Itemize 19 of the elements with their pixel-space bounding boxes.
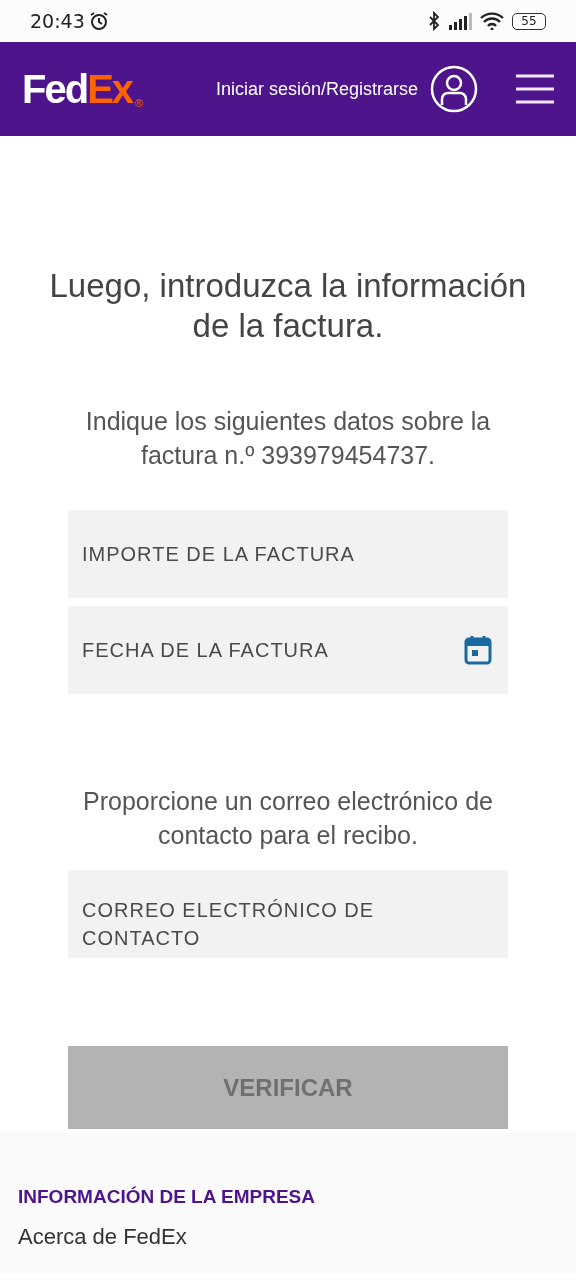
status-time: 20:43 xyxy=(30,8,85,34)
battery-indicator: 55 xyxy=(512,12,546,30)
email-prompt-text: Proporcione un correo electrónico de contacto para el recibo. xyxy=(82,786,494,851)
menu-icon[interactable] xyxy=(516,74,554,104)
date-field[interactable]: FECHA DE LA FACTURA xyxy=(68,606,508,694)
login-link[interactable]: Iniciar sesión/Registrarse xyxy=(215,75,418,103)
account-icon[interactable] xyxy=(430,65,478,113)
footer-heading: INFORMACIÓN DE LA EMPRESA xyxy=(18,1185,316,1209)
alarm-icon xyxy=(88,11,109,31)
calendar-icon xyxy=(464,635,492,665)
page-heading: Luego, introduzca la información de la factura. xyxy=(48,266,528,346)
email-field[interactable]: CORREO ELECTRÓNICO DE CONTACTO xyxy=(68,870,508,958)
bluetooth-icon xyxy=(428,11,440,31)
input-field[interactable]: IMPORTE DE LA FACTURA xyxy=(68,510,508,598)
signal-icon xyxy=(448,12,472,30)
footer-link[interactable]: Acerca de FedEx xyxy=(18,1219,187,1253)
intro-text: Indique los siguientes datos sobre la factura n.º 393979454737. xyxy=(84,406,492,471)
wifi-icon xyxy=(480,12,504,30)
fedex-logo[interactable]: FedEx® xyxy=(22,69,144,109)
